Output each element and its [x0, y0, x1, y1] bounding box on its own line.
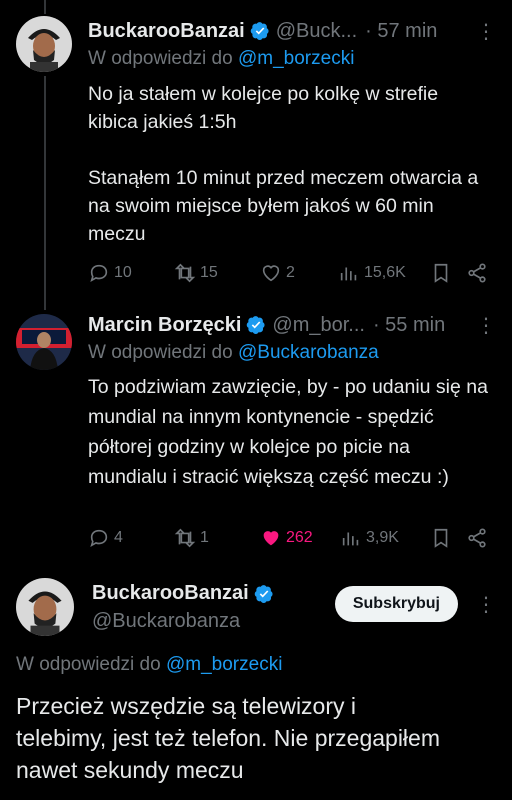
share-icon — [468, 263, 486, 283]
tweet-text: To podziwiam zawzięcie, by - po udaniu s… — [88, 376, 488, 488]
like-button[interactable]: 2 — [260, 262, 338, 284]
repost-button[interactable]: 1 — [174, 527, 260, 549]
repost-count: 1 — [200, 529, 209, 546]
views-chart-icon — [342, 532, 359, 546]
bookmark-button[interactable] — [430, 262, 466, 284]
like-count: 2 — [286, 264, 295, 281]
user-handle[interactable]: @Buck... — [276, 20, 357, 43]
more-options-icon[interactable]: ⋮ — [476, 592, 496, 617]
views-button[interactable]: 3,9K — [340, 527, 430, 549]
display-name[interactable]: BuckarooBanzai — [92, 582, 249, 605]
user-handle[interactable]: @m_bor... — [272, 314, 365, 337]
bookmark-icon — [434, 528, 448, 548]
views-chart-icon — [340, 267, 357, 281]
share-icon — [468, 528, 486, 548]
verified-badge-icon — [250, 22, 269, 40]
subscribe-button[interactable]: Subskrybuj — [334, 586, 458, 622]
bookmark-icon — [434, 263, 448, 283]
timestamp[interactable]: · 55 min — [373, 314, 445, 337]
share-button[interactable] — [466, 262, 488, 284]
views-button[interactable]: 15,6K — [338, 262, 430, 284]
tweet-actions: 4 1 262 3,9K — [88, 526, 496, 550]
avatar[interactable] — [16, 314, 72, 370]
repost-button[interactable]: 15 — [174, 262, 260, 284]
tweet-header: BuckarooBanzai @Buck... · 57 min — [88, 16, 496, 46]
like-count: 262 — [286, 529, 313, 546]
tweet-header: Marcin Borzęcki @m_bor... · 55 min — [88, 310, 496, 340]
like-button[interactable]: 262 — [260, 527, 340, 549]
views-count: 3,9K — [366, 529, 399, 546]
more-options-icon[interactable]: ⋮ — [476, 19, 496, 44]
reply-icon — [90, 264, 108, 283]
tweet-2[interactable]: Marcin Borzęcki @m_bor... · 55 min ⋮ W o… — [0, 302, 512, 570]
repost-count: 15 — [200, 264, 218, 281]
tweet-actions: 10 15 2 15,6K — [88, 261, 496, 285]
display-name[interactable]: Marcin Borzęcki — [88, 314, 241, 337]
timestamp[interactable]: · 57 min — [365, 20, 437, 43]
main-author: BuckarooBanzai — [92, 582, 274, 605]
reply-mention-link[interactable]: @m_borzecki — [238, 48, 354, 69]
reply-prefix: W odpowiedzi do — [88, 48, 233, 69]
reply-count: 10 — [114, 264, 132, 281]
reply-prefix: W odpowiedzi do — [16, 654, 161, 675]
reply-mention-link[interactable]: @m_borzecki — [166, 654, 282, 675]
reply-button[interactable]: 4 — [88, 527, 174, 549]
verified-badge-icon — [254, 584, 273, 603]
reply-context: W odpowiedzi do @m_borzecki — [88, 48, 354, 70]
share-button[interactable] — [466, 527, 488, 549]
reply-mention-link[interactable]: @Buckarobanza — [238, 342, 379, 363]
heart-icon — [262, 265, 280, 282]
reply-count: 4 — [114, 529, 123, 546]
reply-prefix: W odpowiedzi do — [88, 342, 233, 363]
tweet-text: Przecież wszędzie są telewizory i telebi… — [16, 693, 440, 783]
tweet-text: No ja stałem w kolejce po kolkę w strefi… — [88, 83, 479, 245]
repost-icon — [174, 263, 196, 283]
reply-icon — [90, 529, 108, 548]
avatar[interactable] — [16, 16, 72, 72]
reply-context: W odpowiedzi do @Buckarobanza — [88, 342, 379, 364]
heart-filled-icon — [263, 531, 279, 546]
avatar[interactable] — [16, 578, 74, 636]
verified-badge-icon — [247, 316, 265, 334]
repost-icon — [174, 528, 196, 548]
user-handle[interactable]: @Buckarobanza — [92, 610, 240, 633]
reply-context: W odpowiedzi do @m_borzecki — [16, 654, 282, 676]
more-options-icon[interactable]: ⋮ — [476, 313, 496, 338]
views-count: 15,6K — [364, 264, 406, 281]
tweet-1[interactable]: BuckarooBanzai @Buck... · 57 min ⋮ W odp… — [0, 0, 512, 302]
bookmark-button[interactable] — [430, 527, 466, 549]
display-name[interactable]: BuckarooBanzai — [88, 20, 245, 43]
reply-button[interactable]: 10 — [88, 262, 174, 284]
